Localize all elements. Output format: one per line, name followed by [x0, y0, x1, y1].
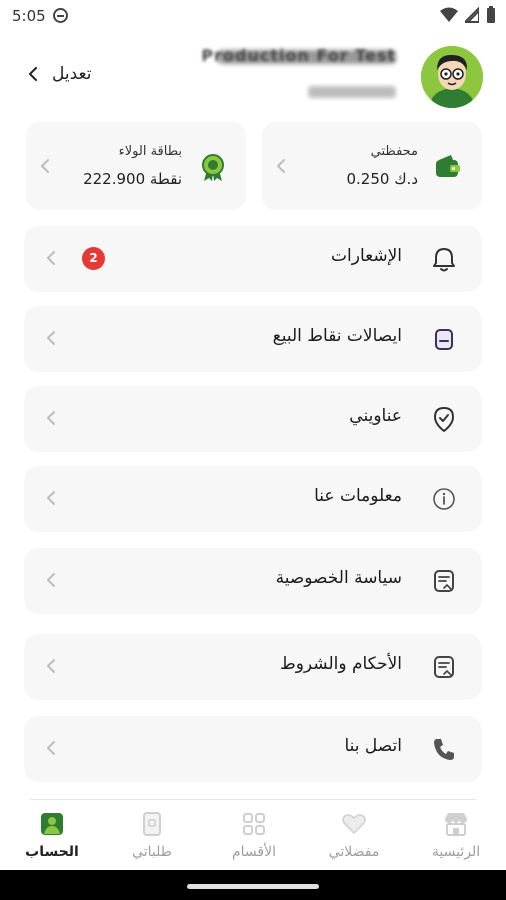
- status-bar: 5:05: [0, 0, 506, 32]
- location-check-icon: [434, 407, 454, 432]
- chevron-left-icon: [47, 741, 55, 755]
- menu-item-about-us[interactable]: معلومات عنا: [24, 466, 482, 532]
- nav-tab-label: الحساب: [25, 844, 79, 860]
- status-time: 5:05: [12, 7, 46, 25]
- nav-tab-categories[interactable]: الأقسام: [204, 810, 304, 860]
- profile-name: Production For Test: [201, 46, 396, 65]
- menu-item-addresses[interactable]: عناويني: [24, 386, 482, 452]
- chevron-left-icon: [47, 331, 55, 345]
- menu-item-notifications[interactable]: الإشعارات 2: [24, 226, 482, 292]
- menu-item-privacy-policy[interactable]: سياسة الخصوصية: [24, 548, 482, 614]
- avatar-illustration: [421, 46, 483, 108]
- loyalty-card[interactable]: بطاقة الولاء 222.900 نقطة: [26, 122, 246, 210]
- menu-item-contact-us[interactable]: اتصل بنا: [24, 716, 482, 782]
- chevron-left-icon: [47, 411, 55, 425]
- dnd-icon: [53, 8, 68, 23]
- heart-icon: [342, 814, 366, 835]
- loyalty-badge-icon: [202, 154, 224, 181]
- phone-icon: [434, 739, 454, 760]
- info-icon: [433, 488, 455, 510]
- grid-icon: [243, 813, 265, 835]
- signal-icon: [465, 7, 479, 23]
- edit-label: تعديل: [52, 64, 92, 84]
- bell-icon: [433, 248, 455, 272]
- menu-item-label: الأحكام والشروط: [279, 654, 402, 674]
- edit-profile-button[interactable]: تعديل: [28, 64, 91, 84]
- menu-item-label: عناويني: [349, 406, 402, 426]
- menu-item-label: معلومات عنا: [314, 486, 402, 506]
- chevron-left-icon: [29, 67, 37, 81]
- bottom-nav-divider: [30, 799, 476, 800]
- chevron-left-icon: [41, 159, 49, 173]
- wallet-icon: [436, 155, 460, 177]
- profile-header: Production For Test تعديل: [0, 40, 506, 120]
- nav-tab-label: الأقسام: [232, 844, 276, 860]
- chevron-left-icon: [47, 659, 55, 673]
- document-icon: [434, 656, 454, 678]
- chevron-left-icon: [47, 491, 55, 505]
- orders-icon: [143, 812, 161, 836]
- avatar[interactable]: [421, 46, 483, 108]
- nav-tab-account[interactable]: الحساب: [2, 810, 102, 860]
- battery-icon: [487, 6, 495, 23]
- loyalty-points: 222.900 نقطة: [83, 170, 182, 188]
- profile-icon: [41, 813, 63, 835]
- wallet-title: محفظتي: [370, 144, 418, 159]
- chevron-left-icon: [47, 251, 55, 265]
- nav-tab-label: مفضلاتي: [328, 844, 380, 860]
- system-navigation-bar: [0, 870, 506, 900]
- loyalty-title: بطاقة الولاء: [118, 144, 182, 159]
- wallet-balance: 0.250 د.ك: [346, 170, 418, 188]
- bottom-navigation: الرئيسية مفضلاتي الأقسام طلباتي الحساب: [0, 802, 506, 870]
- chevron-left-icon: [47, 573, 55, 587]
- gesture-handle[interactable]: [187, 884, 319, 889]
- menu-item-pos-receipts[interactable]: ايصالات نقاط البيع: [24, 306, 482, 372]
- nav-tab-label: الرئيسية: [431, 844, 481, 860]
- notification-count-badge: 2: [82, 247, 105, 270]
- menu-item-terms-conditions[interactable]: الأحكام والشروط: [24, 634, 482, 700]
- wifi-icon: [440, 7, 458, 22]
- menu-item-label: ايصالات نقاط البيع: [272, 326, 402, 346]
- store-icon: [445, 813, 467, 836]
- menu-item-label: الإشعارات: [331, 246, 402, 266]
- menu-item-label: اتصل بنا: [344, 736, 402, 756]
- document-icon: [434, 570, 454, 592]
- chevron-left-icon: [277, 159, 285, 173]
- receipt-icon: [435, 329, 453, 350]
- nav-tab-favorites[interactable]: مفضلاتي: [304, 810, 404, 860]
- nav-tab-home[interactable]: الرئيسية: [406, 810, 506, 860]
- profile-phone-blur: [308, 86, 396, 98]
- nav-tab-orders[interactable]: طلباتي: [102, 810, 202, 860]
- nav-tab-label: طلباتي: [132, 844, 172, 860]
- wallet-card[interactable]: محفظتي 0.250 د.ك: [262, 122, 482, 210]
- menu-item-label: سياسة الخصوصية: [275, 568, 402, 588]
